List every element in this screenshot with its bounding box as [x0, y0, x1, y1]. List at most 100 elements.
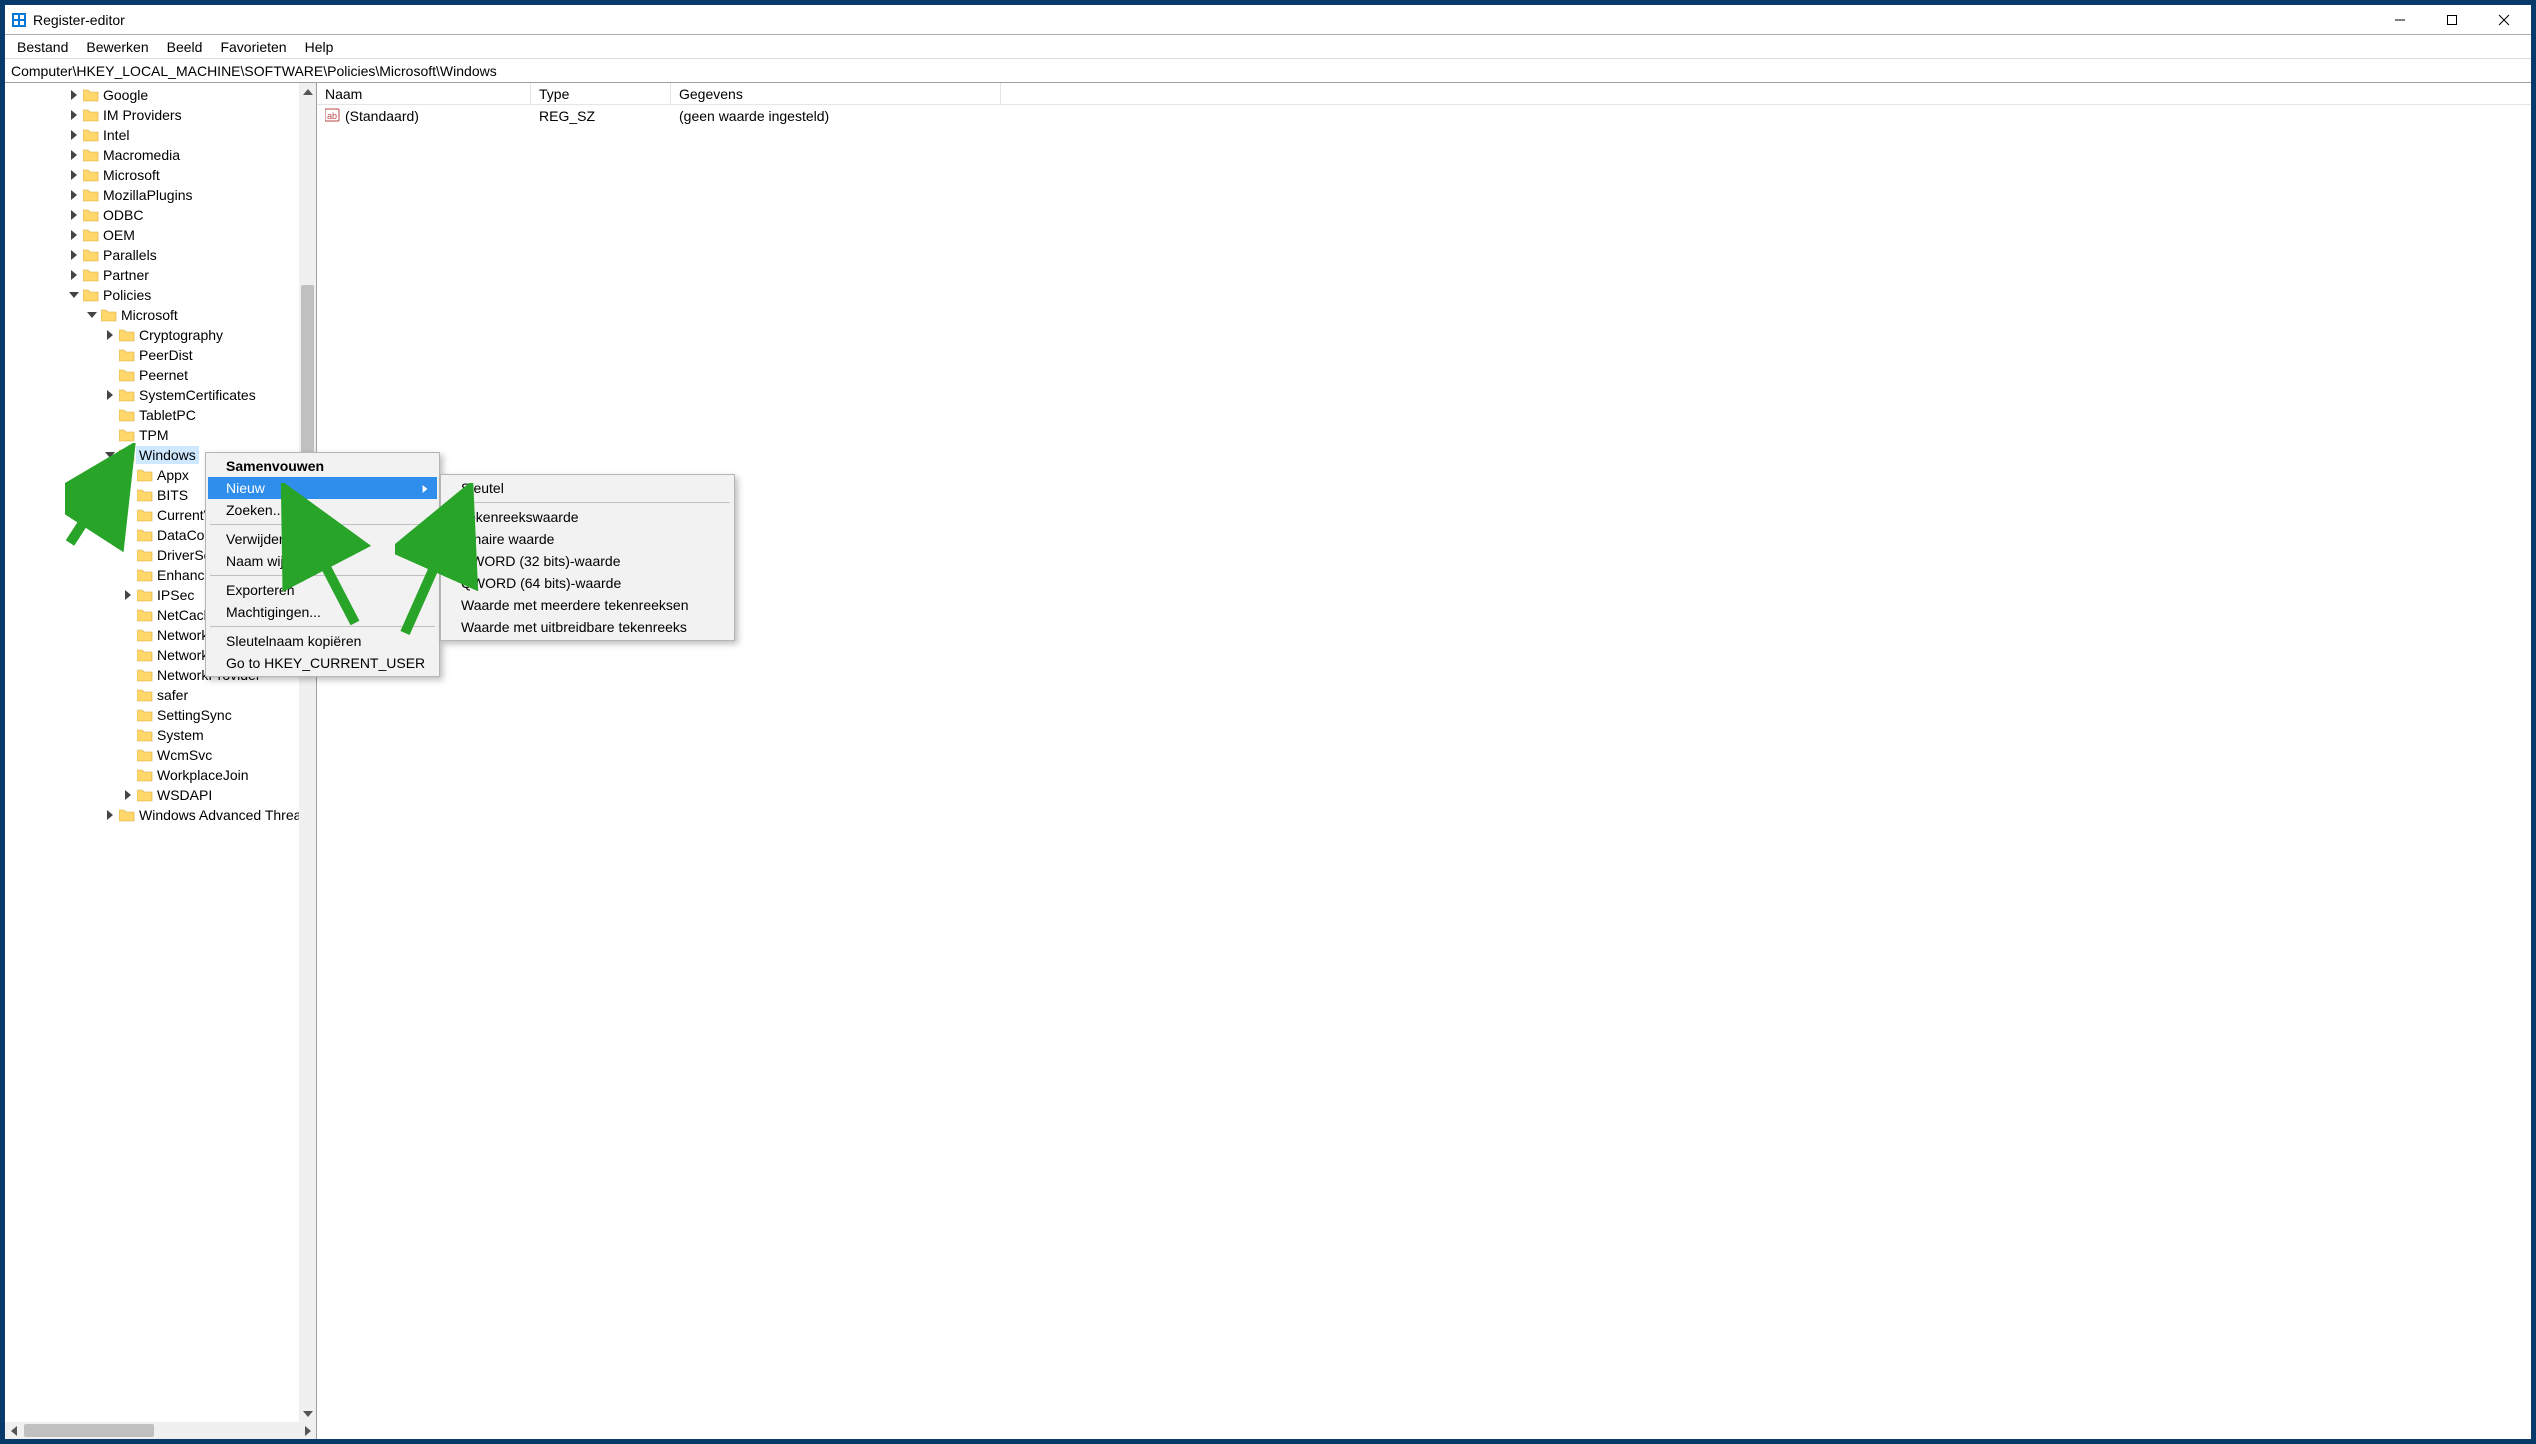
- tree-node[interactable]: WorkplaceJoin: [5, 765, 316, 785]
- chevron-down-icon[interactable]: [67, 288, 81, 302]
- chevron-down-icon[interactable]: [85, 308, 99, 322]
- tree-node[interactable]: Policies: [5, 285, 316, 305]
- scroll-track[interactable]: [22, 1422, 299, 1439]
- menu-item[interactable]: Samenvouwen: [208, 455, 437, 477]
- menu-bewerken[interactable]: Bewerken: [78, 37, 156, 57]
- menu-item[interactable]: QWORD (64 bits)-waarde: [443, 572, 732, 594]
- value-row[interactable]: (Standaard) REG_SZ (geen waarde ingestel…: [317, 105, 2531, 127]
- menu-item[interactable]: Go to HKEY_CURRENT_USER: [208, 652, 437, 674]
- close-button[interactable]: [2481, 5, 2527, 35]
- chevron-right-icon[interactable]: [67, 188, 81, 202]
- tree-node[interactable]: Partner: [5, 265, 316, 285]
- tree-node[interactable]: WcmSvc: [5, 745, 316, 765]
- folder-icon: [83, 288, 99, 302]
- tree-node[interactable]: Parallels: [5, 245, 316, 265]
- scroll-thumb[interactable]: [24, 1424, 154, 1437]
- list-rows: (Standaard) REG_SZ (geen waarde ingestel…: [317, 105, 2531, 1439]
- tree-node[interactable]: ODBC: [5, 205, 316, 225]
- scroll-up-icon[interactable]: [299, 83, 316, 100]
- chevron-right-icon[interactable]: [121, 788, 135, 802]
- tree-node[interactable]: SettingSync: [5, 705, 316, 725]
- chevron-right-icon[interactable]: [121, 588, 135, 602]
- value-name: (Standaard): [345, 108, 419, 124]
- tree-vscrollbar[interactable]: [299, 83, 316, 1422]
- menu-item[interactable]: Naam wijzigen: [208, 550, 437, 572]
- menu-item[interactable]: Machtigingen...: [208, 601, 437, 623]
- menu-item[interactable]: DWORD (32 bits)-waarde: [443, 550, 732, 572]
- chevron-right-icon[interactable]: [103, 328, 117, 342]
- tree-node-label: OEM: [101, 227, 137, 243]
- tree-node[interactable]: Google: [5, 85, 316, 105]
- tree-node[interactable]: SystemCertificates: [5, 385, 316, 405]
- chevron-right-icon[interactable]: [67, 268, 81, 282]
- menu-item[interactable]: Nieuw: [208, 477, 437, 499]
- menu-item[interactable]: Sleutel: [443, 477, 732, 499]
- tree-node[interactable]: OEM: [5, 225, 316, 245]
- chevron-right-icon[interactable]: [67, 148, 81, 162]
- folder-icon: [119, 808, 135, 822]
- scroll-left-icon[interactable]: [5, 1422, 22, 1439]
- chevron-right-icon[interactable]: [67, 228, 81, 242]
- chevron-right-icon[interactable]: [67, 248, 81, 262]
- tree-node[interactable]: WSDAPI: [5, 785, 316, 805]
- maximize-button[interactable]: [2429, 5, 2475, 35]
- minimize-button[interactable]: [2377, 5, 2423, 35]
- tree-node[interactable]: Microsoft: [5, 305, 316, 325]
- tree-node-label: System: [155, 727, 206, 743]
- tree-node[interactable]: Peernet: [5, 365, 316, 385]
- tree-node[interactable]: IM Providers: [5, 105, 316, 125]
- tree-hscrollbar[interactable]: [5, 1422, 316, 1439]
- tree-node[interactable]: Windows Advanced Threat Protection: [5, 805, 316, 825]
- menu-help[interactable]: Help: [297, 37, 342, 57]
- tree-node[interactable]: TPM: [5, 425, 316, 445]
- chevron-right-icon[interactable]: [67, 88, 81, 102]
- address-bar[interactable]: Computer\HKEY_LOCAL_MACHINE\SOFTWARE\Pol…: [5, 59, 2531, 83]
- tree-node-label: Windows: [137, 447, 198, 463]
- folder-icon: [137, 708, 153, 722]
- tree-node[interactable]: safer: [5, 685, 316, 705]
- folder-icon: [83, 148, 99, 162]
- menu-separator: [210, 626, 435, 627]
- tree-node-label: Intel: [101, 127, 131, 143]
- chevron-right-icon[interactable]: [67, 208, 81, 222]
- chevron-right-icon[interactable]: [103, 388, 117, 402]
- column-header-type[interactable]: Type: [531, 83, 671, 104]
- tree-node[interactable]: System: [5, 725, 316, 745]
- tree-node[interactable]: Macromedia: [5, 145, 316, 165]
- menu-item[interactable]: Waarde met meerdere tekenreeksen: [443, 594, 732, 616]
- scroll-down-icon[interactable]: [299, 1405, 316, 1422]
- menu-beeld[interactable]: Beeld: [159, 37, 211, 57]
- chevron-right-icon[interactable]: [67, 168, 81, 182]
- menu-item[interactable]: Binaire waarde: [443, 528, 732, 550]
- chevron-right-icon[interactable]: [67, 128, 81, 142]
- chevron-right-icon[interactable]: [103, 808, 117, 822]
- scroll-right-icon[interactable]: [299, 1422, 316, 1439]
- context-submenu-nieuw[interactable]: Sleutel TekenreekswaardeBinaire waardeDWO…: [440, 474, 735, 641]
- tree-node-label: WcmSvc: [155, 747, 214, 763]
- folder-icon: [119, 328, 135, 342]
- menu-item[interactable]: Zoeken...: [208, 499, 437, 521]
- menu-item[interactable]: Waarde met uitbreidbare tekenreeks: [443, 616, 732, 638]
- context-menu[interactable]: SamenvouwenNieuwZoeken... VerwijderenNaam…: [205, 452, 440, 677]
- tree-node[interactable]: PeerDist: [5, 345, 316, 365]
- tree-node-label: PeerDist: [137, 347, 195, 363]
- menu-bestand[interactable]: Bestand: [9, 37, 76, 57]
- tree-node[interactable]: MozillaPlugins: [5, 185, 316, 205]
- tree-node[interactable]: Intel: [5, 125, 316, 145]
- tree-node[interactable]: Microsoft: [5, 165, 316, 185]
- chevron-down-icon[interactable]: [103, 448, 117, 462]
- menu-item[interactable]: Exporteren: [208, 579, 437, 601]
- window-frame: Register-editor Bestand Bewerken Beeld F…: [4, 4, 2532, 1440]
- menu-item[interactable]: Sleutelnaam kopiëren: [208, 630, 437, 652]
- tree-node[interactable]: Cryptography: [5, 325, 316, 345]
- chevron-right-icon[interactable]: [67, 108, 81, 122]
- scroll-track[interactable]: [299, 100, 316, 1405]
- column-header-name[interactable]: Naam: [317, 83, 531, 104]
- menu-item[interactable]: Verwijderen: [208, 528, 437, 550]
- column-header-data[interactable]: Gegevens: [671, 83, 1001, 104]
- tree-node[interactable]: TabletPC: [5, 405, 316, 425]
- folder-icon: [137, 668, 153, 682]
- menu-item[interactable]: Tekenreekswaarde: [443, 506, 732, 528]
- menu-favorieten[interactable]: Favorieten: [212, 37, 294, 57]
- tree-node-label: Google: [101, 87, 150, 103]
